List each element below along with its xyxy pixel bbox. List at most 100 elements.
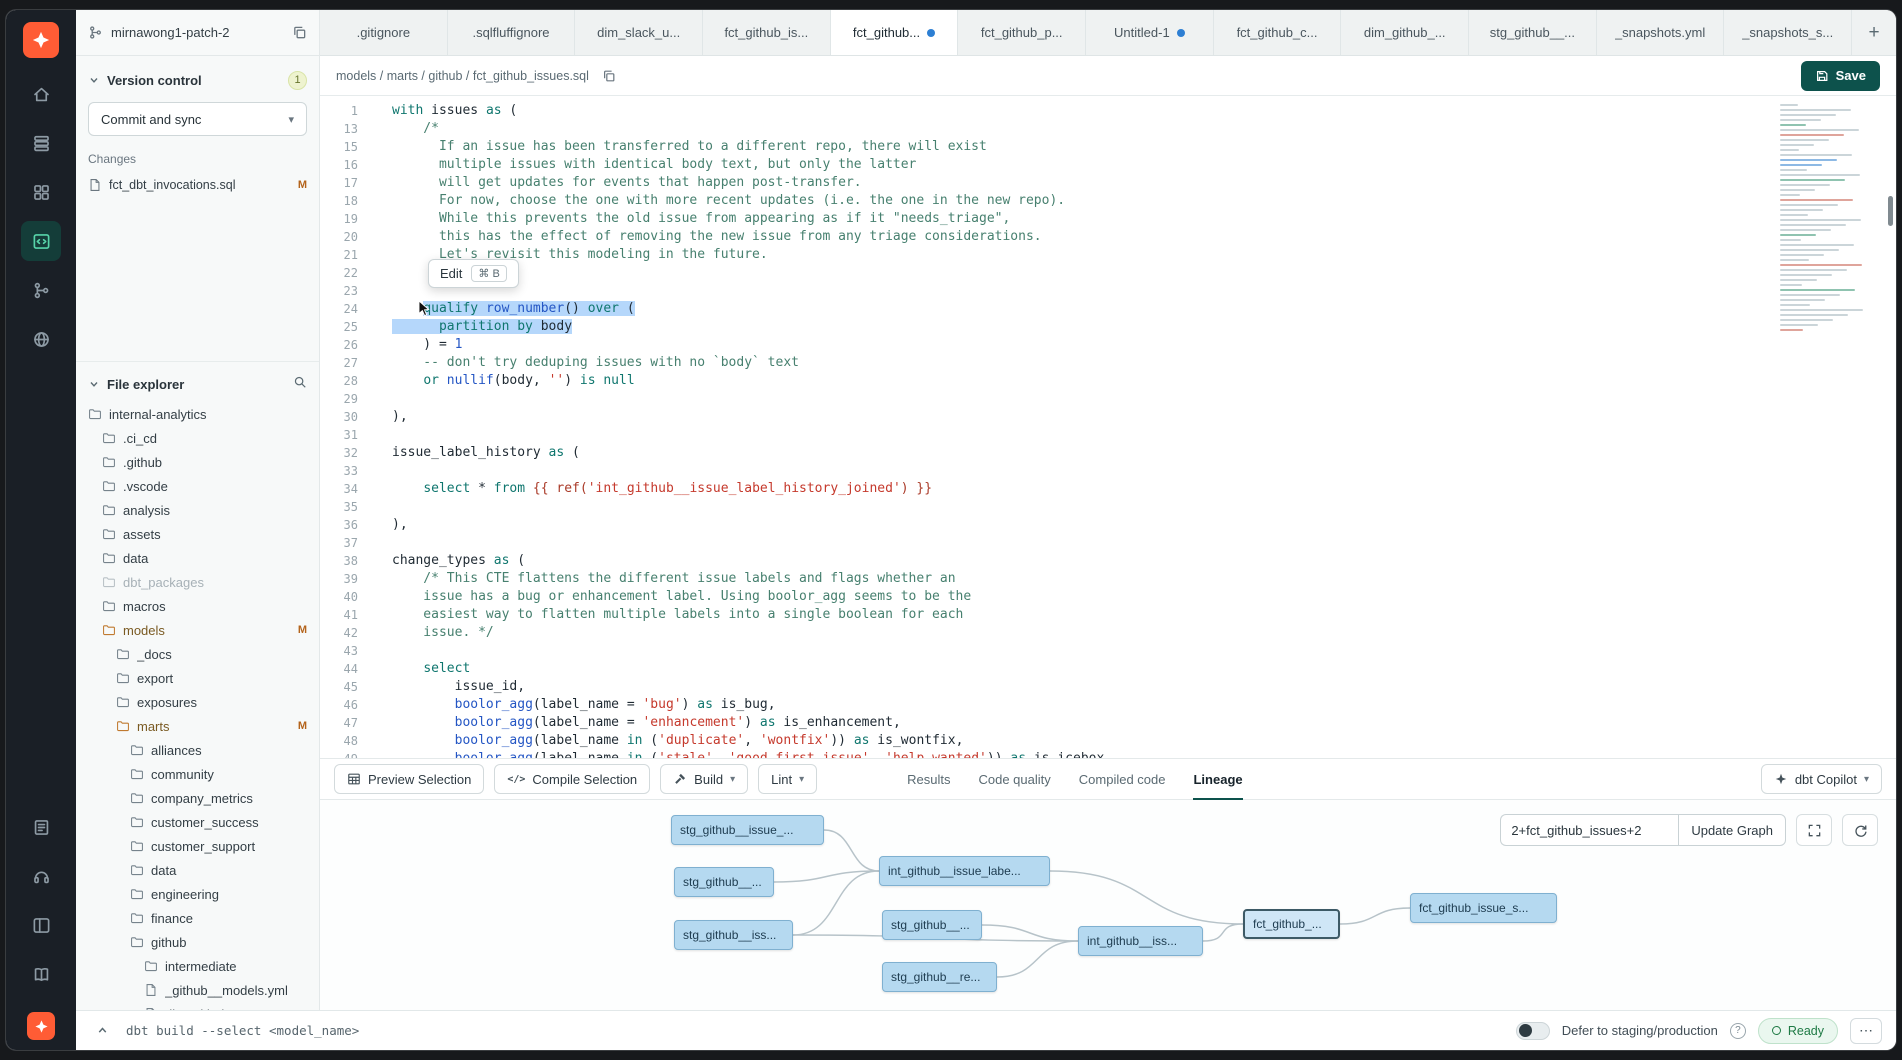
code-editor[interactable]: 1with issues as (13 /*15 If an issue has…: [320, 96, 1896, 758]
tree-item-analysis[interactable]: analysis: [76, 498, 319, 522]
tree-item-export[interactable]: export: [76, 666, 319, 690]
copy-path-button[interactable]: [598, 65, 620, 87]
editor-tab[interactable]: stg_github__...: [1469, 10, 1597, 55]
expand-command-bar-button[interactable]: [90, 1019, 114, 1043]
code-line[interactable]: 32issue_label_history as (: [320, 444, 1896, 462]
nav-docs[interactable]: [21, 954, 61, 994]
code-line[interactable]: 27 -- don't try deduping issues with no …: [320, 354, 1896, 372]
status-badge[interactable]: Ready: [1758, 1018, 1838, 1044]
refresh-button[interactable]: [1842, 814, 1878, 846]
version-control-header[interactable]: Version control 1: [88, 68, 307, 92]
nav-ide[interactable]: [21, 221, 61, 261]
tree-item-finance[interactable]: finance: [76, 906, 319, 930]
code-line[interactable]: 20 this has the effect of removing the n…: [320, 228, 1896, 246]
editor-tab[interactable]: fct_github...: [831, 10, 959, 55]
editor-tab[interactable]: fct_github_c...: [1214, 10, 1342, 55]
lineage-node[interactable]: fct_github_issue_s...: [1410, 893, 1557, 923]
lineage-node[interactable]: int_github__iss...: [1078, 926, 1203, 956]
editor-tab[interactable]: .sqlfluffignore: [448, 10, 576, 55]
code-line[interactable]: 36),: [320, 516, 1896, 534]
help-icon[interactable]: ?: [1730, 1023, 1746, 1039]
code-line[interactable]: 43: [320, 642, 1896, 660]
nav-home[interactable]: [21, 74, 61, 114]
code-line[interactable]: 38change_types as (: [320, 552, 1896, 570]
code-line[interactable]: 24 qualify row_number() over (: [320, 300, 1896, 318]
editor-tab[interactable]: dim_slack_u...: [575, 10, 703, 55]
tree-item-community[interactable]: community: [76, 762, 319, 786]
preview-selection-button[interactable]: Preview Selection: [334, 764, 484, 794]
nav-support[interactable]: [21, 856, 61, 896]
editor-scrollbar-thumb[interactable]: [1888, 196, 1893, 226]
tree-item-.vscode[interactable]: .vscode: [76, 474, 319, 498]
editor-tab[interactable]: dim_github_...: [1341, 10, 1469, 55]
nav-git-branch[interactable]: [21, 270, 61, 310]
tree-item-dim_github__user...[interactable]: dim_github__user...: [76, 1002, 319, 1010]
code-line[interactable]: 35: [320, 498, 1896, 516]
code-line[interactable]: 41 easiest way to flatten multiple label…: [320, 606, 1896, 624]
tree-item-intermediate[interactable]: intermediate: [76, 954, 319, 978]
compile-selection-button[interactable]: </> Compile Selection: [494, 764, 650, 794]
commit-and-sync-dropdown[interactable]: Commit and sync ▾: [88, 102, 307, 136]
command-input[interactable]: dbt build --select <model_name>: [126, 1023, 1504, 1038]
editor-tab[interactable]: Untitled-1: [1086, 10, 1214, 55]
code-line[interactable]: 30),: [320, 408, 1896, 426]
editor-tab[interactable]: fct_github_p...: [958, 10, 1086, 55]
code-line[interactable]: 37: [320, 534, 1896, 552]
tab-compiled-code[interactable]: Compiled code: [1079, 758, 1166, 800]
tab-results[interactable]: Results: [907, 758, 950, 800]
code-line[interactable]: 44 select: [320, 660, 1896, 678]
tree-item-.ci_cd[interactable]: .ci_cd: [76, 426, 319, 450]
lineage-node[interactable]: stg_github__issue_...: [671, 815, 824, 845]
tree-item-alliances[interactable]: alliances: [76, 738, 319, 762]
nav-apps[interactable]: [21, 172, 61, 212]
code-line[interactable]: 46 boolor_agg(label_name = 'bug') as is_…: [320, 696, 1896, 714]
tree-item-_github__models.yml[interactable]: _github__models.yml: [76, 978, 319, 1002]
tree-item-customer_support[interactable]: customer_support: [76, 834, 319, 858]
tree-item-data[interactable]: data: [76, 858, 319, 882]
tree-item-marts[interactable]: martsM: [76, 714, 319, 738]
tab-code-quality[interactable]: Code quality: [978, 758, 1050, 800]
tree-item-data[interactable]: data: [76, 546, 319, 570]
code-line[interactable]: 40 issue has a bug or enhancement label.…: [320, 588, 1896, 606]
code-line[interactable]: 26 ) = 1: [320, 336, 1896, 354]
tree-item-.github[interactable]: .github: [76, 450, 319, 474]
code-line[interactable]: 15 If an issue has been transferred to a…: [320, 138, 1896, 156]
edit-popup[interactable]: Edit ⌘ B: [428, 259, 519, 288]
code-line[interactable]: 33: [320, 462, 1896, 480]
more-options-button[interactable]: ⋯: [1850, 1018, 1882, 1044]
nav-layout[interactable]: [21, 905, 61, 945]
defer-toggle[interactable]: [1516, 1022, 1550, 1040]
code-line[interactable]: 31: [320, 426, 1896, 444]
tree-item-company_metrics[interactable]: company_metrics: [76, 786, 319, 810]
code-line[interactable]: 39 /* This CTE flattens the different is…: [320, 570, 1896, 588]
code-line[interactable]: 45 issue_id,: [320, 678, 1896, 696]
new-tab-button[interactable]: +: [1852, 10, 1896, 55]
code-line[interactable]: 16 multiple issues with identical body t…: [320, 156, 1896, 174]
dbt-copilot-button[interactable]: dbt Copilot ▾: [1761, 764, 1882, 794]
tree-item-internal-analytics[interactable]: internal-analytics: [76, 402, 319, 426]
tree-item-github[interactable]: github: [76, 930, 319, 954]
build-button[interactable]: Build ▾: [660, 764, 748, 794]
code-line[interactable]: 1with issues as (: [320, 102, 1896, 120]
tree-item-exposures[interactable]: exposures: [76, 690, 319, 714]
code-line[interactable]: 17 will get updates for events that happ…: [320, 174, 1896, 192]
copy-icon[interactable]: [292, 25, 307, 40]
tree-item-models[interactable]: modelsM: [76, 618, 319, 642]
editor-tab[interactable]: _snapshots_s...: [1724, 10, 1852, 55]
minimap[interactable]: [1780, 104, 1880, 331]
code-line[interactable]: 34 select * from {{ ref('int_github__iss…: [320, 480, 1896, 498]
file-search-button[interactable]: [293, 375, 307, 394]
code-line[interactable]: 22: [320, 264, 1896, 282]
code-line[interactable]: 48 boolor_agg(label_name in ('duplicate'…: [320, 732, 1896, 750]
code-line[interactable]: 21 Let's revisit this modeling in the fu…: [320, 246, 1896, 264]
lineage-node[interactable]: stg_github__re...: [882, 962, 997, 992]
code-line[interactable]: 23: [320, 282, 1896, 300]
tree-item-customer_success[interactable]: customer_success: [76, 810, 319, 834]
code-line[interactable]: 18 For now, choose the one with more rec…: [320, 192, 1896, 210]
editor-tab[interactable]: fct_github_is...: [703, 10, 831, 55]
lineage-node[interactable]: stg_github__...: [674, 867, 774, 897]
dbt-logo[interactable]: [23, 22, 59, 58]
nav-globe[interactable]: [21, 319, 61, 359]
editor-tab[interactable]: .gitignore: [320, 10, 448, 55]
code-line[interactable]: 28 or nullif(body, '') is null: [320, 372, 1896, 390]
